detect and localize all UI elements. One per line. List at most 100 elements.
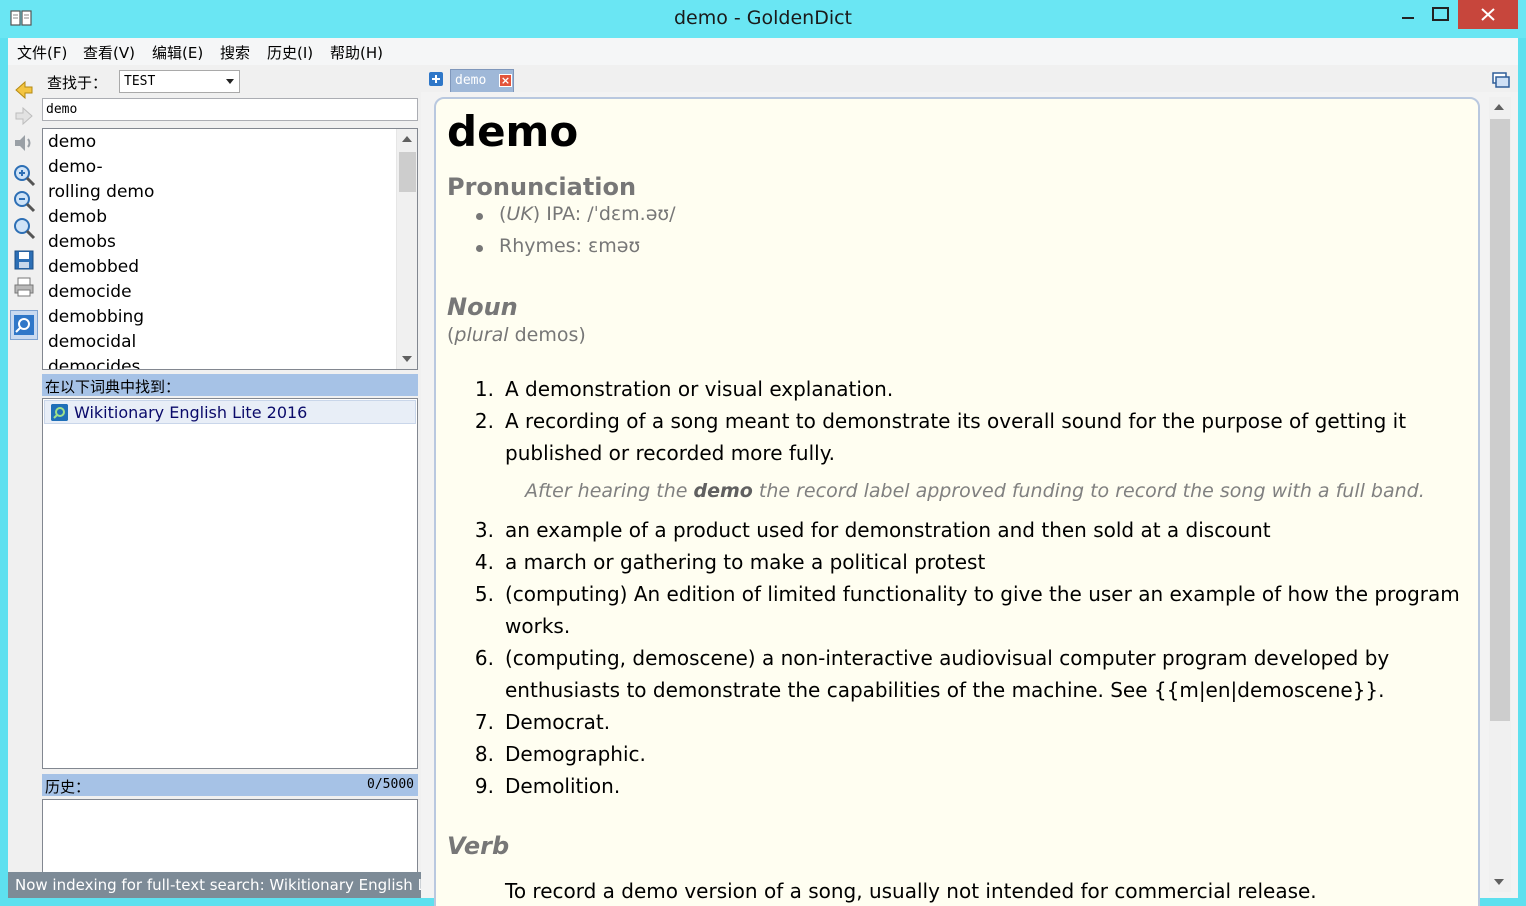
lookin-label: 查找于： (47, 74, 108, 92)
definition: Democrat. (505, 710, 611, 734)
bullet (476, 245, 483, 252)
ipa-text: IPA: /ˈdɛm.əʊ/ (546, 203, 676, 225)
dictionary-group-value: TEST (124, 74, 156, 89)
article-scrollbar[interactable] (1489, 97, 1511, 892)
search-input[interactable] (42, 98, 418, 121)
dictionary-list: Wikitionary English Lite 2016 (42, 398, 418, 769)
maximize-button[interactable] (1425, 0, 1455, 29)
scroll-down-icon[interactable] (1494, 879, 1504, 885)
definition-number: 3. (474, 518, 494, 542)
list-item[interactable]: demobs (48, 232, 116, 252)
plural-word: plural (454, 324, 509, 346)
definition-number: 2. (474, 409, 494, 433)
list-item[interactable]: demo- (48, 157, 103, 177)
scrollbar-thumb[interactable] (399, 152, 416, 192)
dictionary-group-select[interactable]: TEST (119, 70, 240, 93)
menu-history[interactable]: 历史(I) (267, 42, 313, 63)
definition: A demonstration or visual explanation. (505, 377, 894, 401)
verb-definition: To record a demo version of a song, usua… (505, 879, 1317, 903)
zoom-out-icon[interactable] (12, 189, 36, 213)
definition: a march or gathering to make a political… (505, 550, 986, 574)
wiktionary-icon (51, 404, 68, 421)
article-view: demo Pronunciation (UK) IPA: /ˈdɛm.əʊ/ R… (421, 92, 1518, 906)
plural-form: (plural demos) (447, 324, 586, 346)
main-window: 文件(F) 查看(V) 编辑(E) 搜索 历史(I) 帮助(H) 查找于： TE… (8, 38, 1518, 906)
scan-popup-icon (14, 315, 34, 335)
close-icon[interactable]: × (499, 74, 512, 87)
scan-popup-toggle[interactable] (10, 310, 38, 340)
title-bar: demo - GoldenDict (0, 0, 1526, 38)
forward-arrow-icon[interactable] (12, 104, 36, 128)
tab-label: demo (455, 73, 487, 88)
navigation-toolbar (10, 68, 38, 378)
list-item[interactable]: demobbed (48, 257, 139, 277)
menu-view[interactable]: 查看(V) (83, 42, 135, 63)
add-tab-button[interactable] (429, 72, 443, 86)
definition-number: 7. (474, 710, 494, 734)
menu-search[interactable]: 搜索 (220, 42, 250, 63)
plural-value: demos (514, 324, 579, 346)
definition: Demographic. (505, 742, 646, 766)
menu-help[interactable]: 帮助(H) (330, 42, 383, 63)
close-button[interactable] (1458, 0, 1518, 29)
scroll-down-icon[interactable] (402, 356, 412, 362)
example-headword: demo (693, 480, 753, 502)
window-title: demo - GoldenDict (673, 7, 853, 29)
article-content: demo Pronunciation (UK) IPA: /ˈdɛm.əʊ/ R… (434, 97, 1480, 906)
list-item[interactable]: democidal (48, 332, 136, 352)
pronunciation-ipa: (UK) IPA: /ˈdɛm.əʊ/ (499, 203, 676, 225)
dictionary-item[interactable]: Wikitionary English Lite 2016 (44, 400, 416, 424)
word-list[interactable]: demo demo- rolling demo demob demobs dem… (42, 128, 418, 370)
zoom-in-icon[interactable] (12, 163, 36, 187)
scroll-up-icon[interactable] (1494, 104, 1504, 110)
tab-demo[interactable]: demo × (450, 69, 514, 92)
region-label: UK (506, 203, 533, 225)
list-item[interactable]: rolling demo (48, 182, 154, 202)
definition-continuation: works. (505, 614, 571, 638)
noun-heading: Noun (447, 293, 518, 321)
word-list-scrollbar[interactable] (396, 129, 417, 369)
bullet (476, 213, 483, 220)
scrollbar-thumb[interactable] (1490, 119, 1510, 721)
definition: A recording of a song meant to demonstra… (505, 409, 1407, 433)
history-label: 历史： (45, 778, 91, 796)
verb-heading: Verb (447, 832, 510, 860)
definition-number: 5. (474, 582, 494, 606)
list-item[interactable]: democide (48, 282, 132, 302)
definition: Demolition. (505, 774, 621, 798)
scroll-up-icon[interactable] (402, 136, 412, 142)
menu-file[interactable]: 文件(F) (17, 42, 67, 63)
definition-continuation: enthusiasts to demonstrate the capabilit… (505, 678, 1385, 702)
definition: an example of a product used for demonst… (505, 518, 1271, 542)
pronunciation-heading: Pronunciation (447, 173, 637, 201)
definition: (computing, demoscene) a non-interactive… (505, 646, 1390, 670)
list-item[interactable]: democides (48, 357, 140, 369)
example-text: the record label approved funding to rec… (752, 480, 1425, 502)
list-item[interactable]: demo (48, 132, 96, 152)
usage-example: After hearing the demo the record label … (525, 480, 1425, 502)
list-item[interactable]: demob (48, 207, 107, 227)
menu-edit[interactable]: 编辑(E) (152, 42, 203, 63)
back-arrow-icon[interactable] (12, 78, 36, 102)
history-count: 0/5000 (367, 777, 414, 792)
chevron-down-icon (226, 79, 234, 84)
definition-number: 1. (474, 377, 494, 401)
definition-number: 6. (474, 646, 494, 670)
definition-continuation: published or recorded more fully. (505, 441, 836, 465)
dictionary-name: Wikitionary English Lite 2016 (74, 403, 308, 422)
speaker-icon[interactable] (12, 131, 36, 155)
menu-bar: 文件(F) 查看(V) 编辑(E) 搜索 历史(I) 帮助(H) (8, 38, 1518, 65)
list-item[interactable]: demobbing (48, 307, 144, 327)
rhymes: Rhymes: ɛməʊ (499, 235, 641, 257)
definition-number: 9. (474, 774, 494, 798)
save-icon[interactable] (12, 248, 36, 272)
tab-list-icon[interactable] (1492, 72, 1510, 88)
example-text: After hearing the (525, 480, 694, 502)
print-icon[interactable] (12, 275, 36, 299)
found-in-header: 在以下词典中找到： (42, 374, 418, 396)
minimize-button[interactable] (1393, 0, 1423, 29)
definition-number: 4. (474, 550, 494, 574)
headword: demo (447, 107, 579, 156)
zoom-reset-icon[interactable] (12, 216, 36, 240)
history-header: 历史： 0/5000 (42, 774, 418, 796)
